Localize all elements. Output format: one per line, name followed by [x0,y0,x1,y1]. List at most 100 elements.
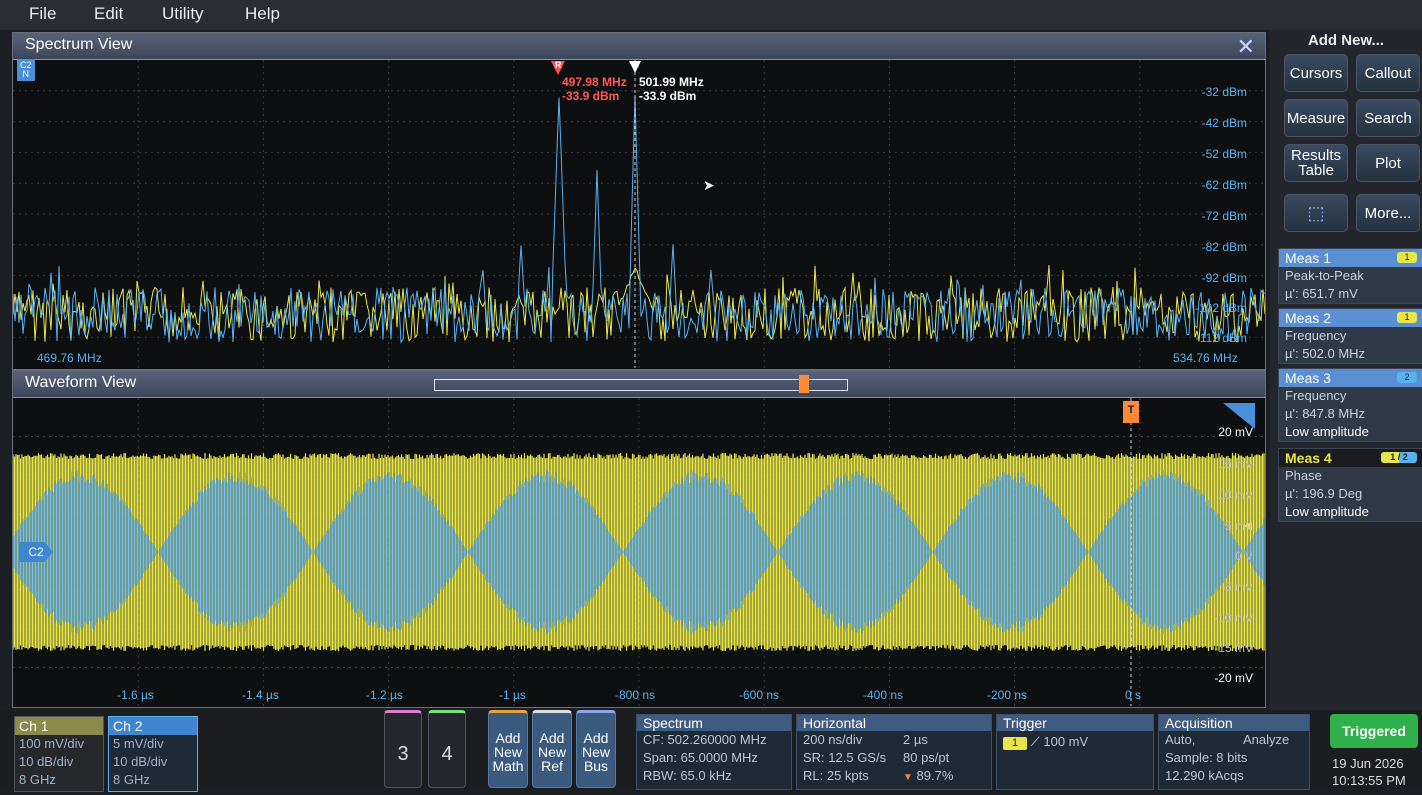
waveform-tlabel: 0 s [1125,688,1142,702]
record-overview-bar[interactable] [434,379,848,391]
acquisition-settings-badge[interactable]: Acquisition Auto, Analyze Sample: 8 bits … [1158,714,1310,790]
acquisition-count: 12.290 kAcqs [1165,768,1244,783]
add-bus-label: Add New Bus [581,730,610,774]
add-new-math-button[interactable]: Add New Math [488,710,528,788]
spectrum-start-freq: 469.76 MHz [37,351,102,365]
spectrum-ylabel: -72 dBm [1201,209,1247,223]
waveform-vlabel: 15 mV [1218,457,1253,471]
channel-4-button[interactable]: 4 [428,710,466,788]
menu-utility[interactable]: Utility [162,4,204,24]
waveform-view[interactable]: Waveform View C2 T ◄ 20 mV 15 mV 10 mV 5… [12,370,1266,708]
cursors-button[interactable]: Cursors [1284,54,1348,92]
waveform-title: Waveform View [25,374,137,391]
menu-bar: File Edit Utility Help [0,0,1422,30]
horizontal-settings-badge[interactable]: Horizontal 200 ns/div 2 µs SR: 12.5 GS/s 8… [796,714,992,790]
meas-1-value: µ': 651.7 mV [1285,286,1358,301]
meas-3-badge[interactable]: Meas 3 2 Frequency µ': 847.8 MHz Low ampl… [1278,368,1422,442]
meas-2-type: Frequency [1285,328,1347,343]
waveform-vlabel: -10 mV [1214,611,1253,625]
spectrum-ylabel: -102 dBm [1194,301,1247,315]
spectrum-ylabel: -52 dBm [1201,147,1247,161]
spectrum-ylabel: -42 dBm [1201,116,1247,130]
ch2-db-scale: 10 dB/div [113,754,168,769]
spectrum-settings-badge[interactable]: Spectrum CF: 502.260000 MHz Span: 65.000… [636,714,792,790]
meas-3-value: µ': 847.8 MHz [1285,406,1366,421]
trigger-box-title: Trigger [997,715,1153,731]
ch1-scale: 100 mV/div [19,736,85,751]
triggered-status-badge[interactable]: Triggered [1330,714,1418,748]
search-button[interactable]: Search [1356,99,1420,137]
waveform-tlabel: -1.4 µs [242,688,279,702]
add-new-ref-button[interactable]: Add New Ref [532,710,572,788]
waveform-vlabel: 5 mV [1224,519,1253,533]
callout-button[interactable]: Callout [1356,54,1420,92]
reference-marker-letter: R [555,60,562,70]
spectrum-ylabel: -92 dBm [1201,271,1247,285]
sample-interval: 80 ps/pt [903,750,950,765]
meas-2-name: Meas 2 [1285,310,1331,326]
meas-3-name: Meas 3 [1285,370,1331,386]
marker-a-level: -33.9 dBm [639,89,697,103]
bottom-bar: Ch 1 100 mV/div 10 dB/div 8 GHz Ch 2 5 m… [0,710,1422,792]
reference-marker-freq: 497.98 MHz [562,75,627,89]
zoom-box-icon: ⬚ [1307,202,1325,223]
waveform-tlabel: -200 ns [987,688,1028,702]
trigger-source-tag: 1 [1003,737,1027,750]
meas-4-source: 1 / 2 [1381,452,1417,463]
trigger-position: 89.7% [916,768,954,783]
record-length: RL: 25 kpts [803,768,869,783]
close-icon[interactable]: ✕ [1237,34,1255,60]
trigger-position-icon: ▼ [903,772,913,783]
trigger-marker-icon[interactable]: T [1123,401,1139,423]
ch1-title: Ch 1 [15,717,103,735]
menu-file[interactable]: File [29,4,56,24]
mouse-cursor-icon: ➤ [703,177,715,193]
overview-trigger-icon [799,375,809,393]
spectrum-titlebar: Spectrum View ✕ [13,33,1265,60]
waveform-tlabel: -1 µs [499,688,526,702]
channel-1-badge[interactable]: Ch 1 100 mV/div 10 dB/div 8 GHz [14,716,104,792]
spectrum-view[interactable]: Spectrum View ✕ C2 N -32 dBm -42 dBm -52… [12,32,1266,370]
spectrum-center-freq: CF: 502.260000 MHz [643,732,767,747]
ch2-title: Ch 2 [109,717,197,735]
meas-4-value: µ': 196.9 Deg [1285,486,1363,501]
spectrum-rbw: RBW: 65.0 kHz [643,768,732,783]
spectrum-title: Spectrum View [25,36,133,53]
measure-button[interactable]: Measure [1284,99,1348,137]
meas-1-type: Peak-to-Peak [1285,268,1364,283]
menu-edit[interactable]: Edit [94,4,123,24]
date-display: 19 Jun 2026 [1332,756,1404,771]
channel-3-button[interactable]: 3 [384,710,422,788]
plot-button[interactable]: Plot [1356,144,1420,182]
rising-edge-icon: ⟋ [1030,734,1040,749]
add-new-bus-button[interactable]: Add New Bus [576,710,616,788]
waveform-titlebar: Waveform View [13,371,1265,398]
spectrum-box-title: Spectrum [637,715,791,731]
acquisition-box-title: Acquisition [1159,715,1309,731]
marker-a-readout: 501.99 MHz -33.9 dBm [639,75,704,103]
meas-1-badge[interactable]: Meas 1 1 Peak-to-Peak µ': 651.7 mV [1278,248,1422,304]
right-panel: Add New... Cursors Callout Measure Searc… [1270,30,1422,710]
trigger-settings-badge[interactable]: Trigger 1 ⟋ 100 mV [996,714,1154,790]
spectrum-ylabel: -112 dBm [1195,331,1247,345]
more-button[interactable]: More... [1356,194,1420,232]
spectrum-grid [13,60,1265,368]
trigger-level: 100 mV [1043,734,1089,749]
results-table-button[interactable]: Results Table [1284,144,1348,182]
meas-4-badge[interactable]: Meas 4 1 / 2 Phase µ': 196.9 Deg Low ampl… [1278,448,1422,522]
spectrum-stop-freq: 534.76 MHz [1173,351,1238,365]
spectrum-plot[interactable] [13,60,1265,368]
add-new-heading: Add New... [1307,32,1385,49]
channel-2-status-badge[interactable]: Ch 2 5 mV/div 10 dB/div 8 GHz [108,716,198,792]
menu-help[interactable]: Help [245,4,280,24]
meas-2-source: 1 [1397,312,1417,323]
ch2-bandwidth: 8 GHz [113,772,150,787]
waveform-plot[interactable] [13,398,1265,706]
waveform-vlabel: 0 V [1234,549,1253,563]
waveform-vlabel: -20 mV [1214,671,1253,685]
meas-2-badge[interactable]: Meas 2 1 Frequency µ': 502.0 MHz [1278,308,1422,364]
acquisition-sample: Sample: 8 bits [1165,750,1248,765]
horizontal-duration: 2 µs [903,732,928,747]
spectrum-ylabel: -32 dBm [1201,85,1247,99]
zoom-box-button[interactable]: ⬚ [1284,194,1348,232]
